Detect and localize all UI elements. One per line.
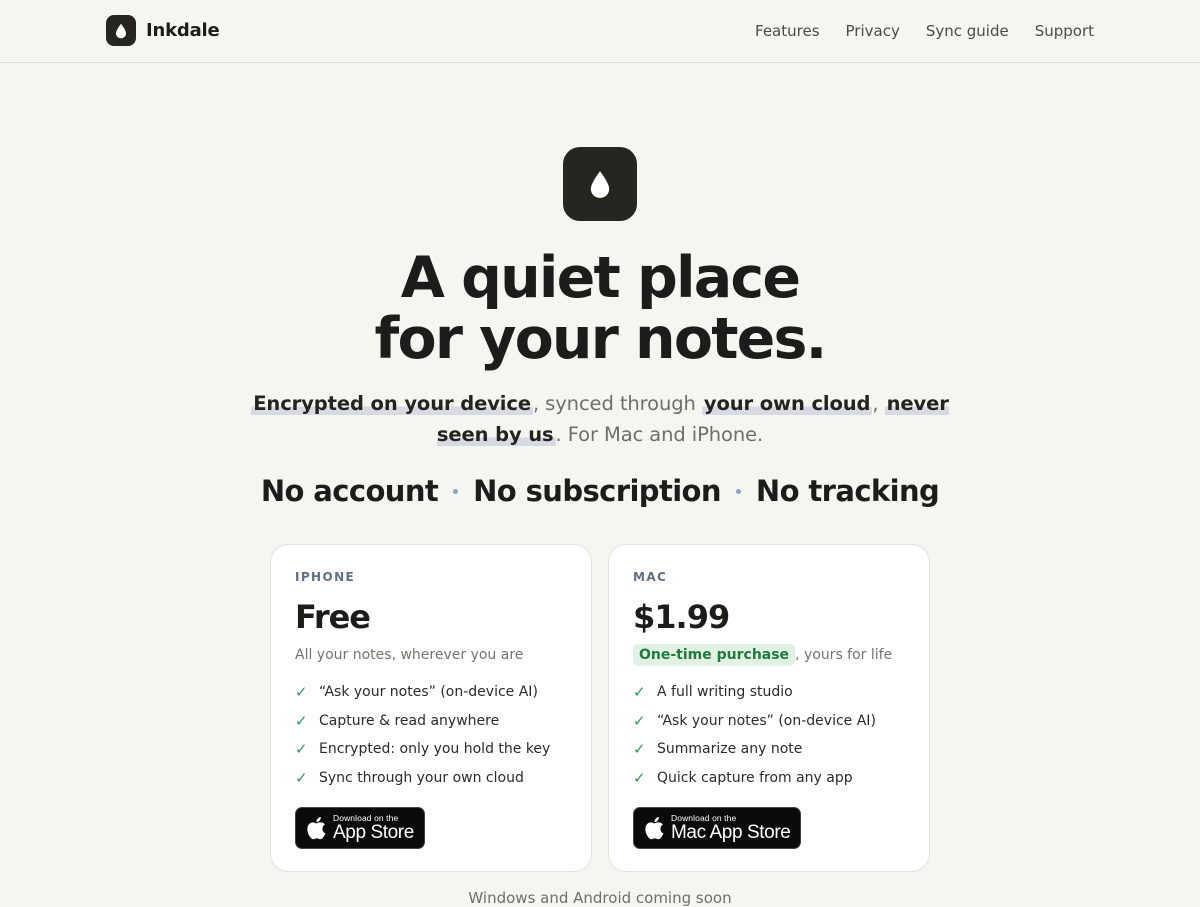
top-nav-bar: Inkdale Features Privacy Sync guide Supp…: [0, 0, 1200, 63]
highlight-encrypted: Encrypted on your device: [251, 392, 533, 415]
headline-line-1: A quiet place: [400, 245, 801, 311]
highlight-own-cloud: your own cloud: [701, 392, 873, 415]
nav-link-support[interactable]: Support: [1035, 22, 1094, 40]
app-store-download-button[interactable]: Download on the App Store: [295, 807, 425, 849]
feature-label: A full writing studio: [657, 684, 793, 701]
list-item: ✓ Encrypted: only you hold the key: [295, 735, 567, 764]
one-time-purchase-badge: One-time purchase: [633, 644, 796, 666]
feature-label: “Ask your notes” (on-device AI): [657, 712, 876, 729]
pillar-no-account: No account: [260, 474, 439, 508]
brand-link[interactable]: Inkdale: [106, 15, 220, 46]
checkmark-icon: ✓: [633, 768, 646, 787]
feature-label: Sync through your own cloud: [319, 769, 524, 786]
card-price: $1.99: [633, 598, 730, 636]
apple-logo-icon: [307, 817, 326, 840]
list-item: ✓ A full writing studio: [633, 678, 905, 707]
subline-text-3: . For Mac and iPhone.: [555, 423, 764, 446]
checkmark-icon: ✓: [633, 740, 646, 759]
store-button-caption: Download on the: [333, 812, 399, 823]
brand-name: Inkdale: [146, 20, 220, 41]
list-item: ✓ Sync through your own cloud: [295, 764, 567, 793]
feature-label: Summarize any note: [657, 741, 803, 758]
pillar-no-tracking: No tracking: [755, 474, 940, 508]
pillar-no-subscription: No subscription: [473, 474, 721, 508]
feature-list: ✓ A full writing studio ✓ “Ask your notes”…: [633, 678, 905, 792]
list-item: ✓ “Ask your notes” (on-device AI): [633, 707, 905, 736]
card-platform-label: MAC: [633, 570, 668, 584]
feature-label: “Ask your notes” (on-device AI): [319, 684, 538, 701]
store-button-title: Mac App Store: [671, 822, 791, 844]
apple-logo-icon: [645, 817, 664, 840]
ink-drop-icon: [106, 15, 136, 46]
tagline-suffix: , yours for life: [795, 647, 893, 663]
checkmark-icon: ✓: [295, 683, 308, 702]
main-nav: Features Privacy Sync guide Support: [755, 22, 1094, 40]
platform-availability-note: Windows and Android coming soon: [468, 889, 732, 907]
hero-headline: A quiet place for your notes.: [0, 248, 1200, 370]
list-item: ✓ Summarize any note: [633, 735, 905, 764]
feature-label: Quick capture from any app: [657, 769, 853, 786]
checkmark-icon: ✓: [295, 740, 308, 759]
list-item: ✓ Quick capture from any app: [633, 764, 905, 793]
checkmark-icon: ✓: [295, 768, 308, 787]
store-button-caption: Download on the: [671, 812, 737, 823]
feature-label: Encrypted: only you hold the key: [319, 741, 551, 758]
feature-list: ✓ “Ask your notes” (on-device AI) ✓ Captur…: [295, 678, 567, 792]
value-pillars: No account No subscription No tracking: [0, 474, 1200, 508]
hero-subline: Encrypted on your device, synced through…: [250, 388, 950, 450]
checkmark-icon: ✓: [633, 711, 646, 730]
checkmark-icon: ✓: [295, 711, 308, 730]
pricing-card-mac: MAC $1.99 One-time purchase, yours for l…: [608, 544, 930, 872]
subline-text-2: ,: [872, 392, 885, 415]
card-platform-label: IPHONE: [295, 570, 356, 584]
separator-dot: [453, 488, 459, 494]
list-item: ✓ “Ask your notes” (on-device AI): [295, 678, 567, 707]
mac-app-store-download-button[interactable]: Download on the Mac App Store: [633, 807, 802, 849]
nav-link-features[interactable]: Features: [755, 22, 820, 40]
list-item: ✓ Capture & read anywhere: [295, 707, 567, 736]
nav-link-privacy[interactable]: Privacy: [846, 22, 900, 40]
checkmark-icon: ✓: [633, 683, 646, 702]
hero-app-icon: [563, 147, 637, 221]
separator-dot: [735, 488, 741, 494]
card-price: Free: [295, 598, 371, 636]
headline-line-2: for your notes.: [374, 306, 828, 372]
subline-text-1: , synced through: [532, 392, 702, 415]
nav-link-sync-guide[interactable]: Sync guide: [926, 22, 1009, 40]
card-tagline: One-time purchase, yours for life: [633, 644, 905, 666]
pricing-card-iphone: IPHONE Free All your notes, wherever you…: [270, 544, 592, 872]
card-tagline: All your notes, wherever you are: [295, 647, 524, 663]
feature-label: Capture & read anywhere: [319, 712, 500, 729]
ink-drop-icon: [590, 170, 610, 198]
store-button-title: App Store: [333, 822, 414, 844]
